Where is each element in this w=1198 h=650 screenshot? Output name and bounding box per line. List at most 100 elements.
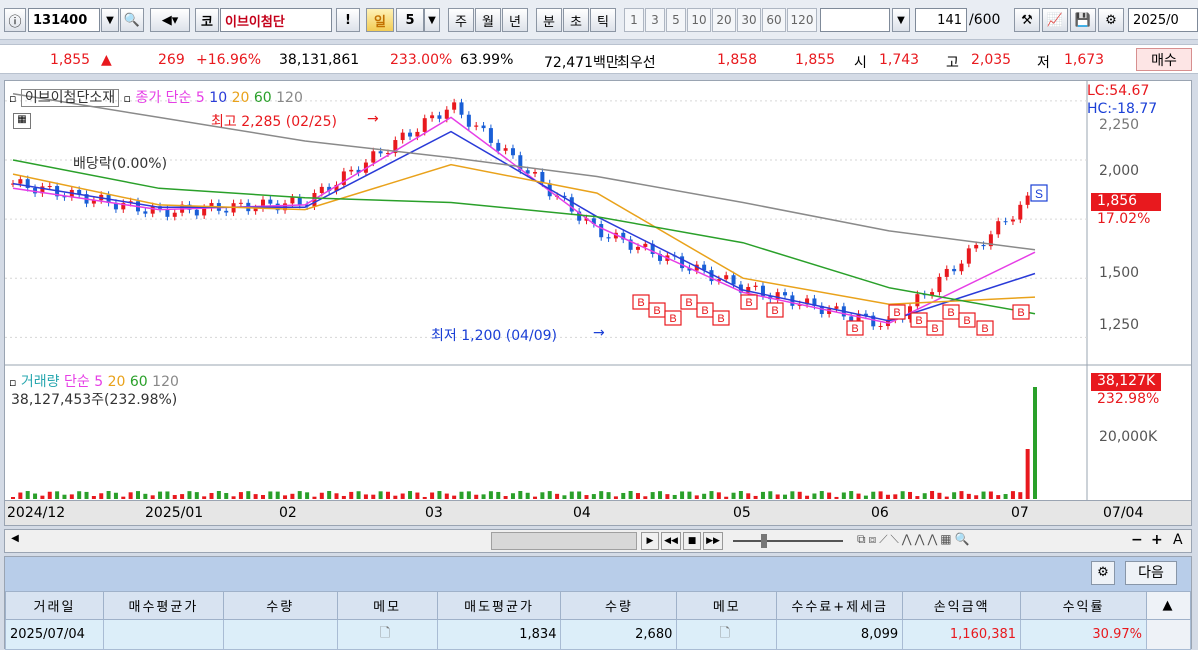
tab-tick[interactable]: 틱 <box>590 8 616 32</box>
volume-bar <box>422 496 427 499</box>
buy-marker-label: B <box>771 305 778 317</box>
sell-marker-label: S <box>1035 187 1043 201</box>
scroll-up-icon[interactable]: ▲ <box>1145 591 1192 620</box>
volume-bar <box>113 492 118 499</box>
buy-marker-label: B <box>669 313 676 325</box>
gear-icon[interactable]: ⚙ <box>1091 561 1115 585</box>
candle-body <box>400 132 405 141</box>
volume-bar <box>150 495 155 499</box>
tab-daily[interactable]: 일 <box>366 8 394 32</box>
volume-bar <box>305 492 310 499</box>
volume-bar <box>996 495 1001 499</box>
col-header: 거래일 <box>5 591 104 620</box>
zoom-slider[interactable] <box>733 540 843 542</box>
table-row[interactable]: 2025/07/04 🗋 1,834 2,680 🗋 8,099 1,160,3… <box>5 619 1192 650</box>
stop-icon[interactable]: ■ <box>683 532 701 550</box>
interval-60[interactable]: 60 <box>762 8 786 32</box>
save-icon[interactable]: 💾 <box>1070 8 1096 32</box>
scroll-left-icon[interactable]: ◀ <box>7 533 23 549</box>
interval-5[interactable]: 5 <box>666 8 686 32</box>
volume-bar <box>297 491 302 499</box>
volume-bar <box>687 491 692 499</box>
volume-bar <box>341 495 346 499</box>
volume-bar <box>834 496 839 499</box>
candle-body <box>635 246 640 250</box>
interval-120[interactable]: 120 <box>787 8 817 32</box>
trade-date: 2025/07/04 <box>5 619 104 650</box>
tab-minute[interactable]: 분 <box>536 8 562 32</box>
interval-1[interactable]: 1 <box>624 8 644 32</box>
period-num[interactable]: 5 <box>396 8 424 32</box>
best-quote-label: 최우선 <box>617 55 656 71</box>
vol-label: 거래량 <box>20 374 60 390</box>
date-label: 03 <box>425 505 443 521</box>
buy-marker-label: B <box>1017 307 1024 319</box>
chart-panel[interactable]: BBBBBBBBBBBBBBBBS ▫ 이브이첨단소재 ▫ 종가 단순 5 10… <box>4 80 1192 504</box>
speaker-icon[interactable]: ◀▾ <box>150 8 190 32</box>
tools-icon[interactable]: ⚒ <box>1014 8 1040 32</box>
volume-bar <box>746 493 751 499</box>
alert-icon[interactable]: ! <box>336 8 360 32</box>
chart-scrollbar[interactable]: ◀ ▶ ◀◀ ■ ▶▶ ⧉⧈⟋⟍⋀⋀⋀▦🔍 − + A <box>4 529 1192 553</box>
volume-bar <box>672 494 677 499</box>
volume-bar <box>569 491 574 499</box>
buy-order-button[interactable]: 매수 <box>1136 48 1192 71</box>
candle-body <box>1003 221 1008 223</box>
forward-icon[interactable]: ▶▶ <box>703 532 723 550</box>
info-icon[interactable]: ⓘ <box>4 8 26 32</box>
next-button[interactable]: 다음 <box>1125 561 1177 585</box>
table-scrollbar[interactable] <box>1145 619 1192 650</box>
tab-second[interactable]: 초 <box>563 8 589 32</box>
volume-bar <box>47 491 52 499</box>
memo-icon[interactable]: 🗋 <box>676 619 778 650</box>
zoom-slider-handle[interactable] <box>761 534 767 548</box>
chevron-down-icon[interactable]: ▼ <box>424 8 440 32</box>
interval-3[interactable]: 3 <box>645 8 665 32</box>
col-header: 손익금액 <box>902 591 1022 620</box>
stock-code-input[interactable]: 131400 <box>28 8 100 32</box>
zoom-out-icon[interactable]: − <box>1131 532 1143 548</box>
play-icon[interactable]: ▶ <box>641 532 659 550</box>
tab-year[interactable]: 년 <box>502 8 528 32</box>
date-input[interactable]: 2025/0 <box>1128 8 1198 32</box>
memo-icon[interactable]: 🗋 <box>336 619 438 650</box>
volume-bar <box>408 491 413 499</box>
volume-bar <box>709 491 714 499</box>
chevron-down-icon[interactable]: ▼ <box>101 8 119 32</box>
volume-bar <box>268 491 273 499</box>
gear-icon[interactable]: ⚙ <box>1098 8 1124 32</box>
candle-body <box>959 263 964 272</box>
drawing-tools-icon[interactable]: ⧉⧈⟋⟍⋀⋀⋀▦🔍 <box>857 532 1097 550</box>
volume-bar <box>849 491 854 499</box>
interval-10[interactable]: 10 <box>687 8 711 32</box>
trade-amount: 72,471백만 <box>544 55 619 71</box>
interval-30[interactable]: 30 <box>737 8 761 32</box>
volume-bar <box>1018 492 1023 499</box>
custom-interval-input[interactable] <box>820 8 890 32</box>
buy-marker-label: B <box>931 323 938 335</box>
count-input[interactable]: 141 <box>915 8 967 32</box>
search-icon[interactable]: 🔍 <box>120 8 144 32</box>
volume-bar <box>143 493 148 499</box>
font-size-icon[interactable]: A <box>1173 532 1183 548</box>
buy-marker-label: B <box>653 305 660 317</box>
scroll-thumb[interactable] <box>491 532 637 550</box>
candle-body <box>849 316 854 321</box>
chevron-down-icon[interactable]: ▼ <box>892 8 910 32</box>
candle-body <box>474 125 479 127</box>
rewind-icon[interactable]: ◀◀ <box>661 532 681 550</box>
tab-week[interactable]: 주 <box>448 8 474 32</box>
volume-bar <box>1025 449 1030 499</box>
stock-name-field[interactable]: 이브이첨단 <box>220 8 332 32</box>
high-note: 최고 2,285 (02/25) <box>211 114 338 130</box>
tab-month[interactable]: 월 <box>475 8 501 32</box>
vol-ma-20: 20 <box>107 374 126 390</box>
stock-label[interactable]: 이브이첨단소재 <box>20 89 120 107</box>
table-icon[interactable]: ▦ <box>13 113 31 129</box>
zoom-in-icon[interactable]: + <box>1151 532 1163 548</box>
date-label: 07/04 <box>1103 505 1144 521</box>
volume-bar <box>106 491 111 499</box>
volume-bar <box>260 495 265 499</box>
indicator-icon[interactable]: 📈 <box>1042 8 1068 32</box>
interval-20[interactable]: 20 <box>712 8 736 32</box>
